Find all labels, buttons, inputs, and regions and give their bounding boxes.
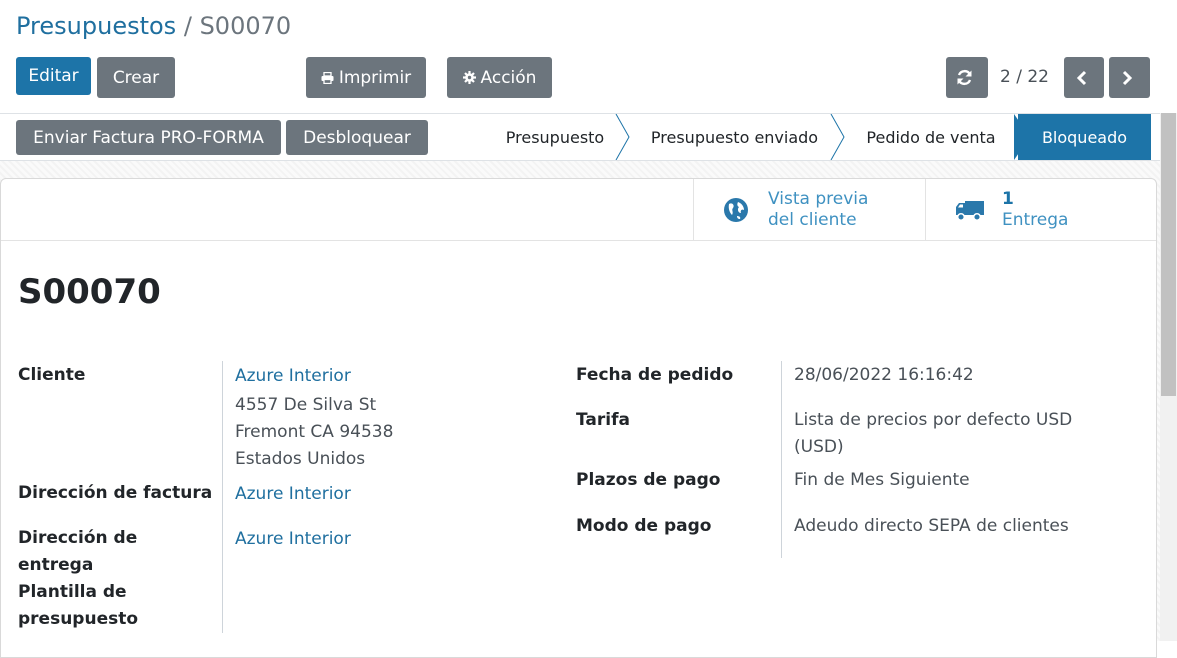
breadcrumb-parent-link[interactable]: Presupuestos <box>16 12 176 40</box>
stage-arrow-icon <box>615 114 630 160</box>
invoice-address-label: Dirección de factura <box>18 483 213 503</box>
customer-preview-button[interactable]: Vista previa del cliente <box>693 179 925 240</box>
delivery-address-label: Dirección de entrega <box>18 525 137 579</box>
order-date-label: Fecha de pedido <box>576 365 734 385</box>
pricelist-label: Tarifa <box>576 410 630 430</box>
chevron-right-icon <box>1122 70 1133 85</box>
customer-preview-line1: Vista previa <box>768 188 869 209</box>
print-button[interactable]: Imprimir <box>306 57 426 98</box>
pager-previous-button[interactable] <box>1064 57 1104 98</box>
delivery-count: 1 <box>1002 188 1014 209</box>
customer-label: Cliente <box>18 365 86 385</box>
pricelist-value: Lista de precios por defecto USD (USD) <box>794 407 1072 461</box>
address-line: Estados Unidos <box>235 449 366 469</box>
delivery-address-label-line1: Dirección de <box>18 528 138 548</box>
pricelist-value-line2: (USD) <box>794 437 844 457</box>
create-button[interactable]: Crear <box>97 57 175 98</box>
stage-sales-order[interactable]: Pedido de venta <box>847 114 1015 160</box>
record-title: S00070 <box>18 272 161 312</box>
payment-terms-label: Plazos de pago <box>576 470 721 490</box>
refresh-icon <box>957 69 972 86</box>
delivery-label: Entrega <box>1002 209 1069 230</box>
breadcrumb-current: S00070 <box>199 12 292 40</box>
delivery-address-label-line2: entrega <box>18 555 94 575</box>
control-panel: Presupuestos / S00070 Editar Crear Impri… <box>0 0 1160 113</box>
pager-value[interactable]: 2 / 22 <box>1000 67 1049 87</box>
stage-locked: Bloqueado <box>1018 114 1151 160</box>
unlock-button[interactable]: Desbloquear <box>286 120 428 155</box>
address-line: Fremont CA 94538 <box>235 422 394 442</box>
truck-icon <box>956 200 984 221</box>
payment-terms-value: Fin de Mes Siguiente <box>794 470 970 490</box>
delivery-address-link[interactable]: Azure Interior <box>235 526 351 553</box>
quotation-template-label: Plantilla de presupuesto <box>18 579 138 633</box>
breadcrumb: Presupuestos / S00070 <box>16 12 291 40</box>
order-date-value: 28/06/2022 16:16:42 <box>794 365 974 385</box>
breadcrumb-separator: / <box>183 12 192 40</box>
button-box-divider <box>1 240 1156 241</box>
payment-mode-label: Modo de pago <box>576 516 712 536</box>
payment-mode-value: Adeudo directo SEPA de clientes <box>794 516 1069 536</box>
delivery-smart-button[interactable]: 1 Entrega <box>925 179 1157 240</box>
stage-quotation-sent[interactable]: Presupuesto enviado <box>632 114 837 160</box>
quotation-template-label-line1: Plantilla de <box>18 582 127 602</box>
customer-link[interactable]: Azure Interior <box>235 363 351 390</box>
send-proforma-button[interactable]: Enviar Factura PRO-FORMA <box>16 120 281 155</box>
stage-arrow-icon <box>830 114 845 160</box>
chevron-left-icon <box>1076 70 1086 85</box>
invoice-address-link[interactable]: Azure Interior <box>235 481 351 508</box>
print-label: Imprimir <box>338 67 412 88</box>
pager-next-button[interactable] <box>1109 57 1150 98</box>
print-icon <box>321 71 334 84</box>
edit-button[interactable]: Editar <box>16 57 91 95</box>
action-button[interactable]: Acción <box>447 57 552 98</box>
statusbar: Enviar Factura PRO-FORMA Desbloquear Pre… <box>0 113 1160 161</box>
gear-icon <box>462 71 476 84</box>
quotation-template-label-line2: presupuesto <box>18 609 139 629</box>
customer-preview-line2: del cliente <box>768 209 857 230</box>
scrollbar-thumb[interactable] <box>1161 113 1176 396</box>
right-column-divider <box>781 361 782 558</box>
action-label: Acción <box>480 67 537 88</box>
pricelist-value-line1: Lista de precios por defecto USD <box>794 410 1073 430</box>
address-line: 4557 De Silva St <box>235 395 377 415</box>
reload-button[interactable] <box>946 57 988 98</box>
left-column-divider <box>222 361 223 633</box>
globe-icon <box>724 197 748 222</box>
stage-quotation[interactable]: Presupuesto <box>490 114 620 160</box>
